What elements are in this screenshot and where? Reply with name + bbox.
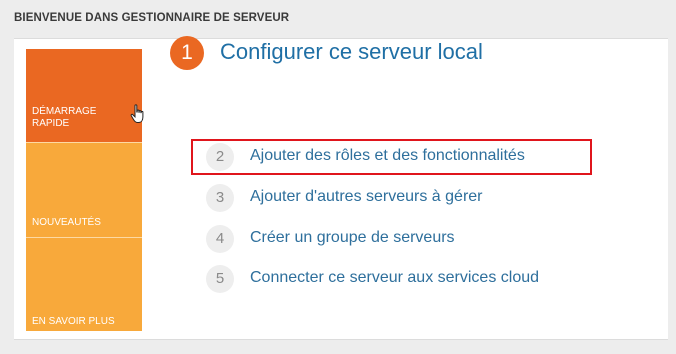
page-title: BIENVENUE DANS GESTIONNAIRE DE SERVEUR — [14, 12, 290, 24]
task-add-servers-link[interactable]: Ajouter d'autres serveurs à gérer — [250, 188, 483, 206]
step-1-badge: 1 — [170, 36, 204, 70]
tile-whats-new[interactable]: NOUVEAUTÉS — [26, 142, 142, 237]
tile-learn-more[interactable]: EN SAVOIR PLUS — [26, 237, 142, 331]
task-number-badge: 3 — [206, 184, 234, 212]
quick-start-tiles: DÉMARRAGE RAPIDE NOUVEAUTÉS EN SAVOIR PL… — [26, 49, 142, 331]
task-connect-cloud-link[interactable]: Connecter ce serveur aux services cloud — [250, 269, 539, 287]
tile-learn-more-label: EN SAVOIR PLUS — [32, 316, 115, 327]
hand-pointer-icon — [130, 104, 144, 123]
tile-whats-new-label: NOUVEAUTÉS — [32, 217, 101, 228]
tile-quick-start[interactable]: DÉMARRAGE RAPIDE — [26, 49, 142, 142]
task-number-badge: 4 — [206, 225, 234, 253]
step-1-link[interactable]: Configurer ce serveur local — [220, 39, 483, 65]
red-highlight-box — [191, 139, 592, 175]
task-create-group-link[interactable]: Créer un groupe de serveurs — [250, 229, 455, 247]
task-number-badge: 5 — [206, 265, 234, 293]
tile-quick-start-label: DÉMARRAGE RAPIDE — [32, 106, 97, 129]
